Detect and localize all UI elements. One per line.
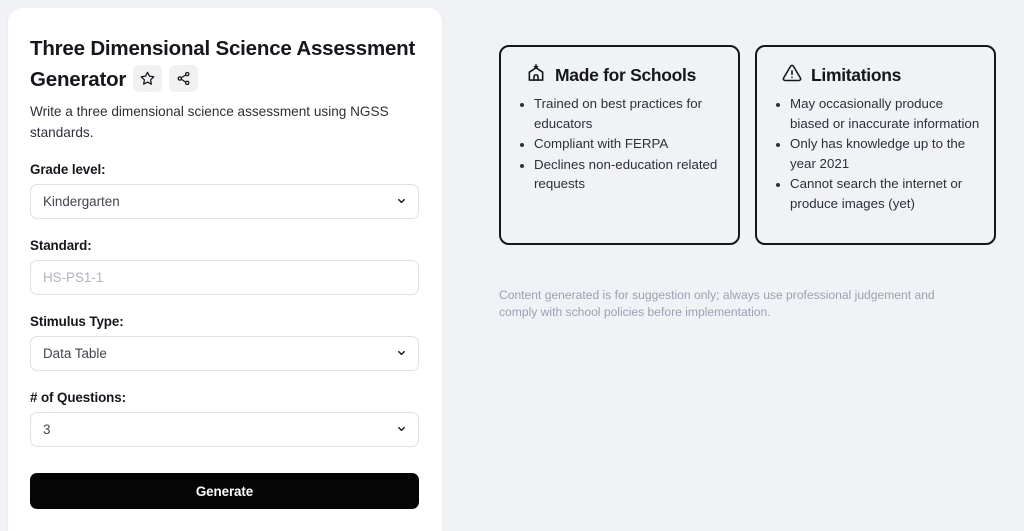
- stimulus-type-label: Stimulus Type:: [30, 314, 124, 329]
- chevron-down-icon: [396, 346, 407, 361]
- form-content: Three Dimensional Science Assessment Gen…: [8, 8, 442, 509]
- limitations-title: Limitations: [811, 65, 902, 85]
- standard-input[interactable]: HS-PS1-1: [30, 260, 419, 295]
- star-icon: [140, 71, 155, 86]
- question-count-select[interactable]: 3: [30, 412, 419, 447]
- question-count-label: # of Questions:: [30, 390, 126, 405]
- list-item: Declines non-education related requests: [534, 155, 724, 194]
- limitations-header: Limitations: [782, 63, 980, 88]
- list-item: Only has knowledge up to the year 2021: [790, 134, 980, 173]
- standard-label: Standard:: [30, 238, 92, 253]
- disclaimer-text: Content generated is for suggestion only…: [499, 288, 935, 320]
- page-description: Write a three dimensional science assess…: [30, 104, 389, 140]
- info-cards-row: Made for Schools Trained on best practic…: [499, 45, 996, 245]
- generate-button[interactable]: Generate: [30, 473, 419, 509]
- standard-placeholder: HS-PS1-1: [43, 269, 104, 285]
- field-grade-level: Grade level: Kindergarten: [30, 162, 420, 219]
- list-item: May occasionally produce biased or inacc…: [790, 94, 980, 133]
- share-button[interactable]: [169, 65, 199, 93]
- field-question-count: # of Questions: 3: [30, 390, 420, 447]
- chevron-down-icon: [396, 422, 407, 437]
- page-title-text: Three Dimensional Science Assessment Gen…: [30, 37, 416, 91]
- stimulus-type-value: Data Table: [43, 345, 107, 361]
- made-for-schools-card: Made for Schools Trained on best practic…: [499, 45, 740, 245]
- made-for-schools-header: Made for Schools: [526, 63, 724, 88]
- grade-level-label: Grade level:: [30, 162, 106, 177]
- info-panel: Made for Schools Trained on best practic…: [442, 0, 1024, 531]
- warning-triangle-icon: [782, 63, 802, 88]
- generator-form-panel: Three Dimensional Science Assessment Gen…: [8, 8, 442, 531]
- school-icon: [526, 63, 546, 88]
- grade-level-select[interactable]: Kindergarten: [30, 184, 419, 219]
- list-item: Trained on best practices for educators: [534, 94, 724, 133]
- question-count-value: 3: [43, 421, 51, 437]
- field-stimulus-type: Stimulus Type: Data Table: [30, 314, 420, 371]
- grade-level-value: Kindergarten: [43, 193, 120, 209]
- page-title: Three Dimensional Science Assessment Gen…: [30, 33, 420, 95]
- list-item: Compliant with FERPA: [534, 134, 724, 154]
- made-for-schools-title: Made for Schools: [555, 65, 697, 85]
- favorite-button[interactable]: [133, 65, 163, 93]
- field-standard: Standard: HS-PS1-1: [30, 238, 420, 295]
- stimulus-type-select[interactable]: Data Table: [30, 336, 419, 371]
- made-for-schools-list: Trained on best practices for educators …: [515, 94, 724, 194]
- list-item: Cannot search the internet or produce im…: [790, 174, 980, 213]
- limitations-card: Limitations May occasionally produce bia…: [755, 45, 996, 245]
- limitations-list: May occasionally produce biased or inacc…: [771, 94, 980, 213]
- share-icon: [176, 71, 191, 86]
- chevron-down-icon: [396, 194, 407, 209]
- app-root: Three Dimensional Science Assessment Gen…: [0, 0, 1024, 531]
